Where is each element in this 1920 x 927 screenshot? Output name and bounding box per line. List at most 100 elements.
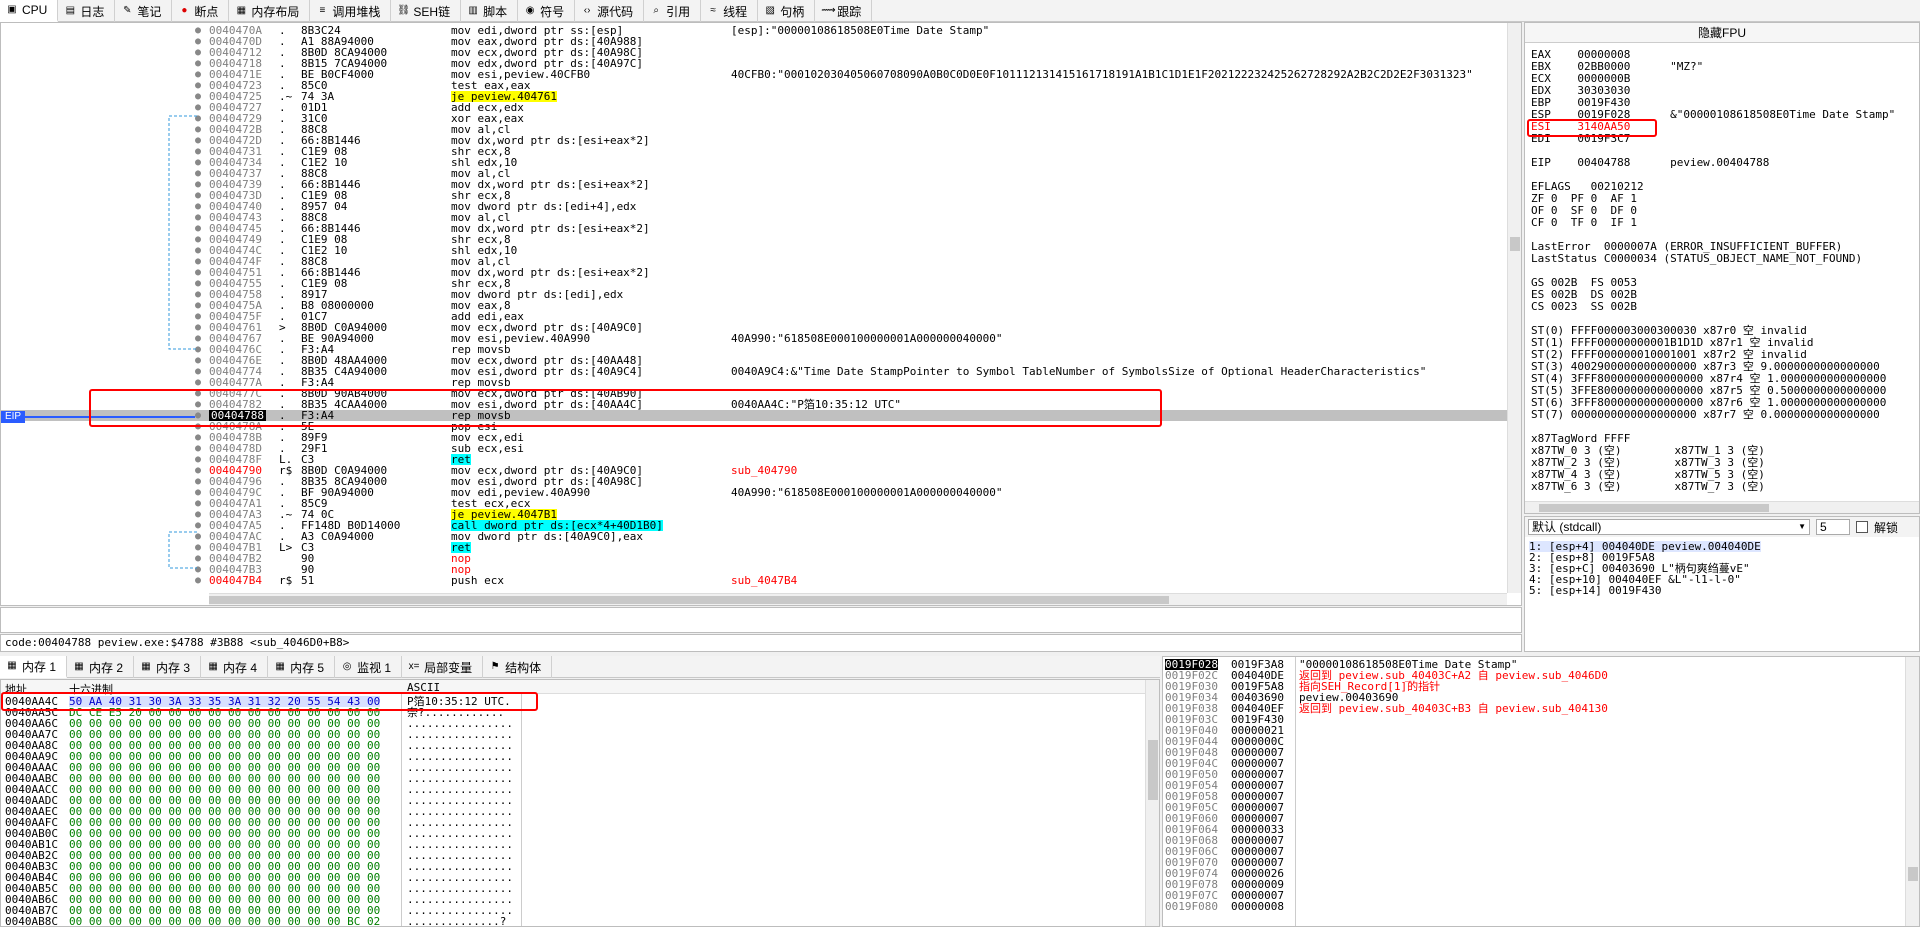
unlock-checkbox[interactable] xyxy=(1856,521,1868,533)
scroll-thumb[interactable] xyxy=(1510,237,1520,251)
tab-8[interactable]: ◉ 符号 xyxy=(518,0,576,22)
eip-label: EIP xyxy=(1,411,25,423)
stack-panel[interactable]: 0019F028 0019F3A8 "00000108618508E0Time Da… xyxy=(1162,656,1920,927)
memory-tab-4[interactable]: ▦ 内存 5 xyxy=(268,656,336,678)
args-toolbar: 默认 (stdcall) 5 解锁 xyxy=(1525,517,1919,537)
memory-tab-label: 内存 5 xyxy=(290,660,325,675)
register-line[interactable]: x87TW_6 3 (空) x87TW_7 3 (空) xyxy=(1531,481,1765,493)
tab-label: CPU xyxy=(22,3,48,17)
disassembly-rows: ● 0040470A. 8B3C24 mov edi,dword ptr ss:[es… xyxy=(1,23,1507,593)
stack-row[interactable]: 0019F080 00000008 xyxy=(1163,901,1907,912)
scroll-thumb[interactable] xyxy=(1539,504,1769,512)
dump-header-ascii: ASCII xyxy=(407,681,441,694)
tab-13[interactable]: ⟿ 跟踪 xyxy=(815,0,873,22)
disasm-bytes: 51 xyxy=(301,574,315,587)
scroll-thumb[interactable] xyxy=(1908,867,1918,881)
memory-dump-panel[interactable]: 地址 十六进制 ASCII 0040AA4C 50 AA 40 31 30 3A … xyxy=(0,679,1160,927)
disasm-vertical-scrollbar[interactable] xyxy=(1507,23,1521,593)
disasm-comment: [esp]:"00000108618508E0Time Date Stamp" xyxy=(731,24,990,37)
breakpoint-icon: ● xyxy=(181,5,188,16)
dump-address: 0040AB8C xyxy=(5,915,58,927)
memory-tab-3[interactable]: ▦ 内存 4 xyxy=(201,656,269,678)
disasm-horizontal-scrollbar[interactable] xyxy=(209,593,1507,605)
memory-map-icon: ▦ xyxy=(236,5,247,16)
memory-tab-1[interactable]: ▦ 内存 2 xyxy=(67,656,135,678)
watch-icon: ◎ xyxy=(342,661,352,672)
scroll-thumb[interactable] xyxy=(209,596,1169,604)
memory-tab-6[interactable]: x= 局部变量 xyxy=(402,656,484,678)
register-line[interactable]: LastStatus C0000034 (STATUS_OBJECT_NAME_… xyxy=(1531,253,1862,265)
dump-divider xyxy=(521,694,522,926)
disasm-comment: 0040A9C4:&"Time Date StampPointer to Sym… xyxy=(731,365,1427,378)
tab-0[interactable]: ▣ CPU xyxy=(0,0,59,22)
disasm-instruction: mov dword ptr ds:[40A9C0],eax xyxy=(451,530,644,543)
threads-icon: ≈ xyxy=(710,5,716,16)
stack-divider xyxy=(1295,657,1296,926)
stack-value: 00000008 xyxy=(1231,900,1284,913)
disasm-comment: 0040AA4C:"P箔10:35:12 UTC" xyxy=(731,398,901,411)
tab-4[interactable]: ▦ 内存布局 xyxy=(229,0,311,22)
cpu-icon: ▣ xyxy=(7,4,17,15)
main-tab-bar: ▣ CPU ▤ 日志 ✎ 笔记 ● 断点 ▦ 内存布局 ≡ 调用堆栈 ⛓ SEH链 ▥ 脚本 ◉ 符号 ‹› 源代码 ⌕… xyxy=(0,0,1920,22)
memory-tab-label: 内存 1 xyxy=(22,659,57,674)
tab-6[interactable]: ⛓ SEH链 xyxy=(391,0,462,22)
stack-vertical-scrollbar[interactable] xyxy=(1905,657,1919,926)
tab-3[interactable]: ● 断点 xyxy=(172,0,230,22)
scroll-thumb[interactable] xyxy=(1148,740,1158,800)
memory-tab-7[interactable]: ⚑ 结构体 xyxy=(483,656,553,678)
seh-icon: ⛓ xyxy=(397,5,411,16)
locals-icon: x= xyxy=(408,661,420,672)
tab-label: 调用堆栈 xyxy=(332,4,381,19)
eip-arrow-icon xyxy=(25,416,195,418)
tab-2[interactable]: ✎ 笔记 xyxy=(115,0,173,22)
call-stack-icon: ≡ xyxy=(319,5,326,16)
registers-panel[interactable]: 隐藏FPU EAX 00000008 EBX 02BB0000 "MZ?" ECX … xyxy=(1524,22,1920,514)
register-line[interactable]: CF 0 TF 0 IF 1 xyxy=(1531,217,1637,229)
disasm-comment: 40A990:"618508E000100000001A000000040000… xyxy=(731,332,1003,345)
tab-label: 内存布局 xyxy=(251,4,300,19)
tab-7[interactable]: ▥ 脚本 xyxy=(461,0,519,22)
calling-convention-select[interactable]: 默认 (stdcall) xyxy=(1528,519,1810,535)
memory-tab-2[interactable]: ▦ 内存 3 xyxy=(134,656,202,678)
memory-icon: ▦ xyxy=(74,661,84,672)
tab-label: 引用 xyxy=(666,4,691,19)
dump-row[interactable]: 0040AB8C 00 00 00 00 00 00 00 00 00 00 00… xyxy=(1,915,1147,927)
stack-comment: 返回到 peview.sub_40403C+B3 自 peview.sub_40… xyxy=(1299,702,1608,715)
dump-ascii: ..............? xyxy=(407,915,507,927)
arg-count-spinner[interactable]: 5 xyxy=(1816,519,1850,535)
memory-tab-5[interactable]: ◎ 监视 1 xyxy=(335,656,403,678)
regs-horizontal-scrollbar[interactable] xyxy=(1525,501,1919,513)
arg-row[interactable]: 5: [esp+14] 0019F430 xyxy=(1529,585,1661,596)
memory-tab-label: 内存 2 xyxy=(89,660,124,675)
hide-fpu-button[interactable]: 隐藏FPU xyxy=(1525,23,1919,43)
jump-arrows xyxy=(168,115,197,569)
disasm-mark: r$ xyxy=(279,574,293,587)
dump-header: 地址 十六进制 ASCII xyxy=(1,680,1147,696)
tab-label: 笔记 xyxy=(137,4,162,19)
memory-icon: ▦ xyxy=(208,661,218,672)
register-line[interactable]: EDI 0019F3C7 xyxy=(1531,133,1630,145)
tab-label: 符号 xyxy=(540,4,565,19)
register-line[interactable]: ST(7) 0000000000000000000 x87r7 空 0.0000… xyxy=(1531,409,1880,421)
register-line[interactable]: EIP 00404788 peview.00404788 xyxy=(1531,157,1769,169)
memory-tab-0[interactable]: ▦ 内存 1 xyxy=(0,656,68,678)
tab-9[interactable]: ‹› 源代码 xyxy=(575,0,645,22)
dump-divider xyxy=(401,694,402,926)
memory-tab-label: 局部变量 xyxy=(424,660,473,675)
dump-vertical-scrollbar[interactable] xyxy=(1145,680,1159,926)
disasm-address: 004047B4 xyxy=(209,574,262,587)
tab-label: 跟踪 xyxy=(837,4,862,19)
tab-11[interactable]: ≈ 线程 xyxy=(701,0,759,22)
tab-label: 脚本 xyxy=(483,4,508,19)
register-line[interactable]: CS 0023 SS 002B xyxy=(1531,301,1637,313)
tab-12[interactable]: ▧ 句柄 xyxy=(758,0,816,22)
memory-icon: ▦ xyxy=(275,661,285,672)
disasm-row[interactable]: ● 004047B4 r$ 51 push ecx sub_4047B4 xyxy=(1,575,1507,586)
tab-5[interactable]: ≡ 调用堆栈 xyxy=(310,0,392,22)
tab-10[interactable]: ⌕ 引用 xyxy=(644,0,702,22)
tab-1[interactable]: ▤ 日志 xyxy=(58,0,116,22)
disassembly-panel[interactable]: ● 0040470A. 8B3C24 mov edi,dword ptr ss:[es… xyxy=(0,22,1522,606)
tab-label: 源代码 xyxy=(597,4,634,19)
memory-tab-label: 结构体 xyxy=(505,660,542,675)
memory-tab-label: 监视 1 xyxy=(357,660,392,675)
